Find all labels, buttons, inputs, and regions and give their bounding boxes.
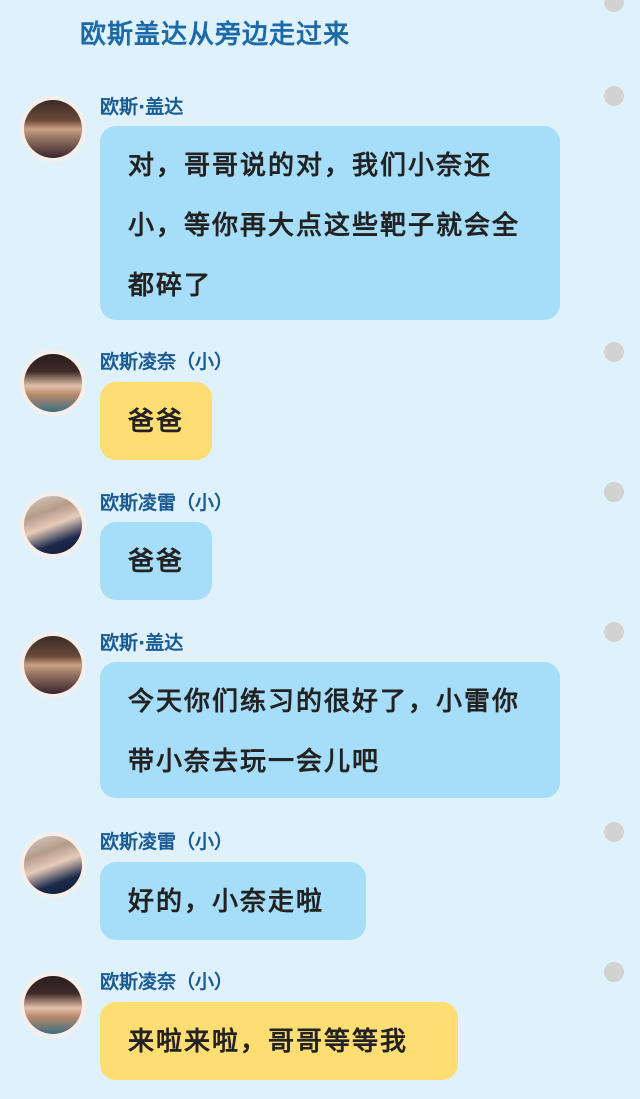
message-bubble[interactable]: 对，哥哥说的对，我们小奈还小，等你再大点这些靶子就会全都碎了: [100, 126, 560, 320]
sender-name: 欧斯凌雷（小）: [100, 492, 234, 514]
side-dot: [604, 962, 624, 982]
sender-name: 欧斯·盖达: [100, 632, 184, 654]
girl-avatar[interactable]: [20, 350, 86, 416]
sender-name: 欧斯凌奈（小）: [100, 971, 234, 993]
message-bubble[interactable]: 爸爸: [100, 382, 212, 460]
message-bubble[interactable]: 好的，小奈走啦: [100, 862, 366, 940]
narration-text: 欧斯盖达从旁边走过来: [80, 20, 351, 50]
side-dot: [604, 822, 624, 842]
side-dot: [604, 0, 624, 12]
message-bubble[interactable]: 来啦来啦，哥哥等等我: [100, 1002, 458, 1080]
side-dot: [604, 86, 624, 106]
side-dot: [604, 342, 624, 362]
message-bubble[interactable]: 爸爸: [100, 522, 212, 600]
sender-name: 欧斯凌奈（小）: [100, 351, 234, 373]
message-bubble[interactable]: 今天你们练习的很好了，小雷你带小奈去玩一会儿吧: [100, 662, 560, 798]
boy-avatar[interactable]: [20, 492, 86, 558]
boy-avatar[interactable]: [20, 832, 86, 898]
father-avatar[interactable]: [20, 632, 86, 698]
girl-avatar[interactable]: [20, 972, 86, 1038]
sender-name: 欧斯凌雷（小）: [100, 831, 234, 853]
side-dot: [604, 482, 624, 502]
father-avatar[interactable]: [20, 96, 86, 162]
side-dot: [604, 622, 624, 642]
sender-name: 欧斯·盖达: [100, 96, 184, 118]
